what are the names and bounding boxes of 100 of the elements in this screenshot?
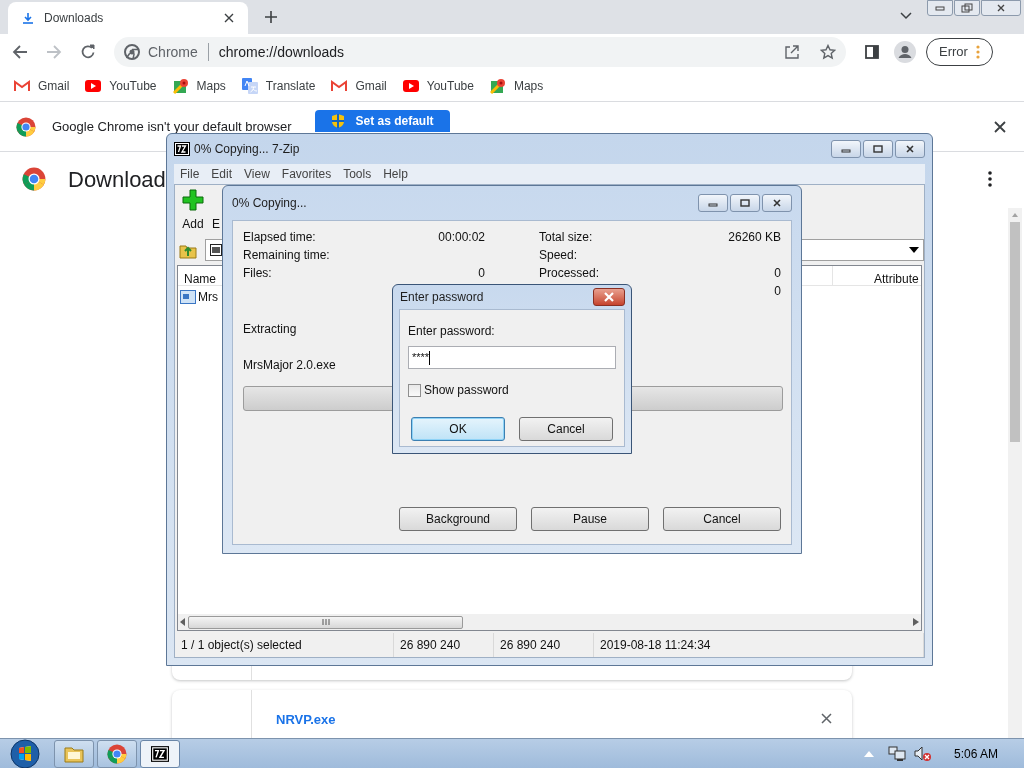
- menu-item[interactable]: Favorites: [275, 165, 338, 183]
- field-label: Enter password:: [408, 323, 496, 340]
- maximize-button[interactable]: [730, 194, 760, 212]
- mail-icon: [14, 79, 30, 92]
- plus-icon: [182, 189, 204, 211]
- bookmark-item[interactable]: YouTube: [85, 76, 157, 95]
- column-header[interactable]: Attribute: [833, 266, 919, 285]
- file-name: MrsMajor 2.0.exe: [243, 357, 336, 374]
- avatar-icon[interactable]: [894, 41, 916, 63]
- close-icon[interactable]: [994, 120, 1006, 133]
- stat-label: Total size:: [539, 229, 593, 246]
- tab-title: Downloads: [44, 10, 105, 27]
- minimize-button[interactable]: [831, 140, 861, 158]
- chevron-down-icon[interactable]: [900, 12, 912, 20]
- map-pin-icon: [172, 77, 189, 94]
- bookmark-item[interactable]: Maps: [489, 76, 544, 95]
- bookmark-item[interactable]: Gmail: [331, 76, 387, 95]
- menu-item[interactable]: Tools: [337, 165, 378, 183]
- stat-value: 0: [774, 283, 781, 300]
- reload-icon[interactable]: [80, 44, 96, 60]
- chrome-logo-icon: [107, 743, 127, 764]
- scrollbar[interactable]: [1008, 208, 1022, 738]
- checkbox[interactable]: [408, 383, 421, 397]
- star-icon[interactable]: [820, 44, 836, 60]
- stat-label: Processed:: [539, 265, 600, 282]
- map-pin-icon: [489, 77, 506, 94]
- bookmark-item[interactable]: Translate: [241, 76, 316, 95]
- muted-speaker-icon[interactable]: [913, 745, 932, 762]
- bookmark-item[interactable]: Maps: [172, 76, 226, 95]
- close-button[interactable]: [762, 194, 792, 212]
- close-icon: [772, 199, 782, 207]
- operation-label: Extracting: [243, 321, 297, 338]
- set-default-button[interactable]: Set as default: [315, 110, 450, 132]
- dialog-button[interactable]: Background: [399, 507, 517, 531]
- password-field[interactable]: ****: [408, 346, 616, 369]
- play-icon: [402, 79, 419, 92]
- file-icon: [180, 290, 196, 304]
- bookmark-item[interactable]: Gmail: [14, 76, 70, 95]
- scrollbar-thumb[interactable]: [188, 615, 463, 629]
- dialog-button[interactable]: Pause: [531, 507, 649, 531]
- clock: 5:06 AM: [953, 745, 998, 763]
- dialog-button[interactable]: Cancel: [663, 507, 781, 531]
- file-name[interactable]: Mrs: [198, 288, 218, 306]
- shield-icon: [331, 113, 346, 129]
- close-icon[interactable]: [224, 13, 234, 23]
- minimize-button[interactable]: [698, 194, 728, 212]
- start-button[interactable]: [10, 738, 40, 768]
- status-text: 26 890 240: [394, 633, 494, 657]
- minimize-icon: [935, 5, 945, 11]
- side-panel-icon[interactable]: [864, 44, 880, 60]
- mail-icon: [331, 79, 348, 92]
- stat-label: Elapsed time:: [243, 229, 316, 246]
- address-bar[interactable]: Chrome chrome://downloads: [114, 37, 846, 67]
- app-icon: [151, 745, 169, 762]
- taskbar-button[interactable]: [140, 739, 180, 768]
- download-icon: [22, 12, 34, 24]
- browser-tab[interactable]: Downloads: [8, 2, 248, 34]
- folder-icon: [64, 744, 84, 763]
- archive-icon: [210, 244, 222, 256]
- close-icon[interactable]: [821, 713, 832, 724]
- window-title: 0% Copying... 7-Zip: [194, 141, 301, 158]
- menu-item[interactable]: Help: [377, 165, 414, 183]
- toolbar-button[interactable]: E: [212, 189, 222, 233]
- dialog-title: 0% Copying...: [232, 195, 308, 212]
- checkbox-label: Show password: [424, 382, 509, 399]
- scroll-left-arrow-icon[interactable]: [180, 618, 186, 626]
- url-text: chrome://downloads: [218, 42, 346, 62]
- stat-label: Speed:: [539, 247, 578, 264]
- status-text: 1 / 1 object(s) selected: [175, 633, 394, 657]
- share-icon[interactable]: [784, 44, 800, 60]
- toolbar-button[interactable]: Add: [179, 189, 207, 233]
- maximize-button[interactable]: [863, 140, 893, 158]
- stat-value: 0: [774, 265, 781, 282]
- page-heading: Download: [68, 165, 166, 194]
- stat-value: 26260 KB: [728, 229, 781, 246]
- chrome-logo-icon: [22, 167, 46, 191]
- plus-icon[interactable]: [264, 10, 278, 24]
- close-button[interactable]: [593, 288, 625, 306]
- menu-item[interactable]: Edit: [205, 165, 239, 183]
- menu-item[interactable]: View: [238, 165, 276, 183]
- status-text: 2019-08-18 11:24:34: [594, 633, 924, 657]
- dropdown-arrow-icon[interactable]: [909, 247, 919, 253]
- more-vertical-icon[interactable]: [988, 171, 992, 187]
- restore-icon: [961, 3, 973, 13]
- status-text: 26 890 240: [494, 633, 594, 657]
- dialog-button[interactable]: Cancel: [519, 417, 613, 441]
- file-link[interactable]: NRVP.exe: [276, 710, 336, 730]
- close-button[interactable]: [895, 140, 925, 158]
- menu-item[interactable]: File: [174, 165, 206, 183]
- dialog-title: Enter password: [399, 289, 485, 306]
- app-icon: [174, 142, 190, 156]
- horizontal-scrollbar[interactable]: [178, 614, 921, 630]
- dialog-button[interactable]: OK: [411, 417, 505, 441]
- network-icon[interactable]: [887, 745, 906, 762]
- restore-button[interactable]: [954, 0, 980, 16]
- scroll-right-arrow-icon[interactable]: [913, 618, 919, 626]
- bookmark-item[interactable]: YouTube: [402, 76, 474, 95]
- back-icon[interactable]: [12, 44, 28, 60]
- site-label: Chrome: [148, 42, 198, 62]
- stat-label: Files:: [243, 265, 272, 282]
